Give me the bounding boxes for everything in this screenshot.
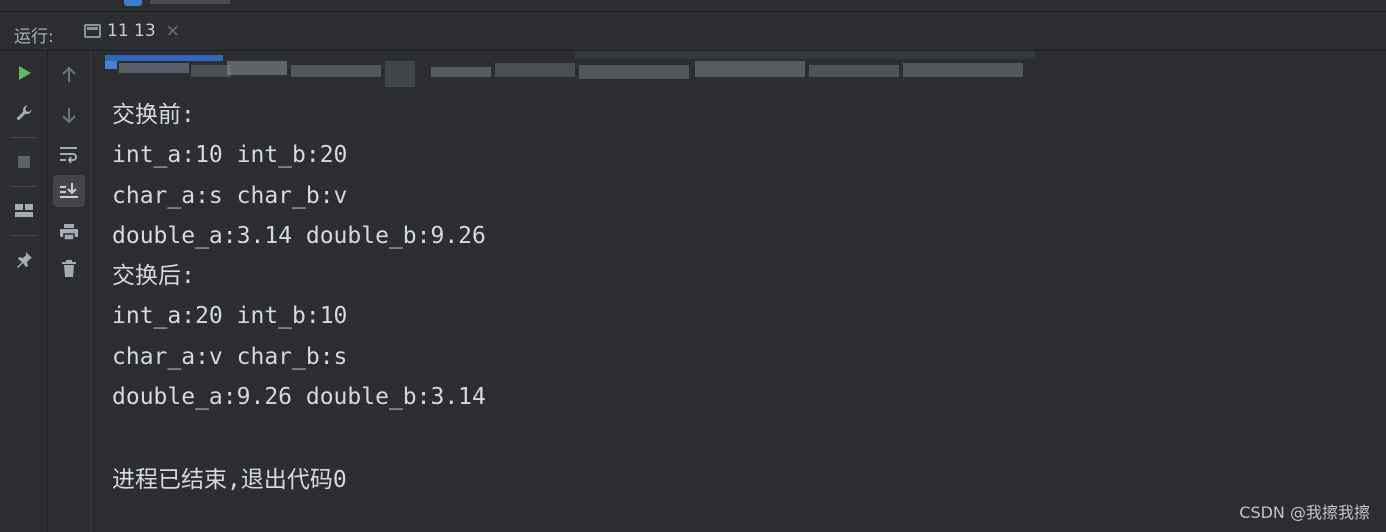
arrow-down-icon[interactable]: [53, 99, 85, 131]
console-toolbar: [48, 51, 91, 532]
scroll-to-end-icon[interactable]: [53, 175, 85, 207]
run-panel-header: 运行: 11 13 ×: [0, 12, 1386, 51]
print-icon[interactable]: [53, 216, 85, 248]
console-line: char_a:s char_b:v: [112, 182, 348, 209]
console-line: 交换后:: [112, 263, 195, 290]
file-tab-icon: [124, 0, 142, 6]
trash-icon[interactable]: [53, 253, 85, 285]
console-line: int_a:20 int_b:10: [112, 303, 348, 330]
file-tab-label-fragment: [150, 0, 230, 4]
soft-wrap-icon[interactable]: [53, 138, 85, 170]
run-left-toolbar: [0, 51, 48, 532]
console-line: double_a:9.26 double_b:3.14: [112, 384, 486, 411]
layout-icon[interactable]: [8, 195, 40, 227]
console-line: char_a:v char_b:s: [112, 343, 348, 370]
console-lines: 交换前: int_a:10 int_b:20 char_a:s char_b:v…: [112, 95, 486, 417]
console-line: double_a:3.14 double_b:9.26: [112, 222, 486, 249]
arrow-up-icon[interactable]: [53, 59, 85, 91]
process-exit-message: 进程已结束,退出代码0: [112, 467, 347, 493]
wrench-icon[interactable]: [8, 97, 40, 129]
run-panel-label: 运行:: [14, 27, 54, 47]
run-config-tab-title: 11 13: [107, 21, 156, 41]
watermark: CSDN @我擦我擦: [1239, 503, 1370, 522]
run-icon[interactable]: [8, 57, 40, 89]
console-line: int_a:10 int_b:20: [112, 142, 348, 169]
redacted-command-line: [105, 51, 1035, 87]
run-config-tab[interactable]: 11 13 ×: [74, 12, 194, 50]
top-tab-strip: [0, 0, 1386, 12]
pin-icon[interactable]: [8, 244, 40, 276]
stop-icon[interactable]: [8, 146, 40, 178]
console-line: 交换前:: [112, 102, 195, 128]
close-icon[interactable]: ×: [166, 21, 180, 41]
console-output[interactable]: 交换前: int_a:10 int_b:20 char_a:s char_b:v…: [91, 51, 1386, 532]
console-tab-icon: [84, 24, 101, 38]
